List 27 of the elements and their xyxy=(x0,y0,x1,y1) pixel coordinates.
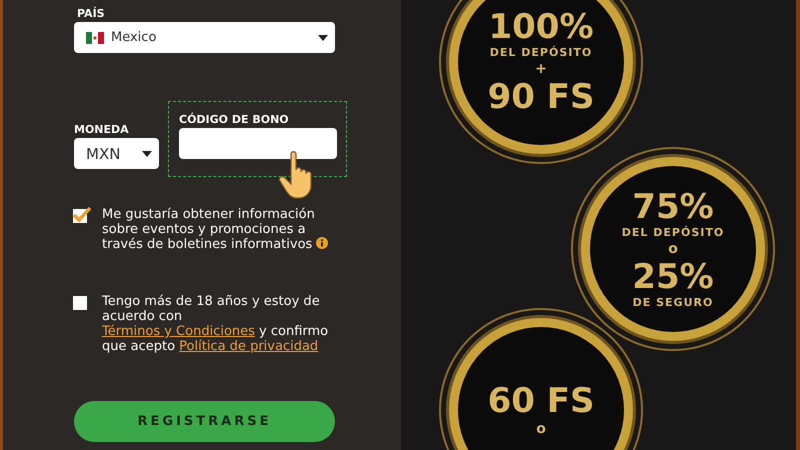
field-label: CÓDIGO DE BONO xyxy=(179,112,290,128)
checkbox[interactable] xyxy=(72,206,92,224)
flag-icon xyxy=(86,32,104,44)
privacy-link[interactable]: Política de privacidad xyxy=(179,339,318,354)
country-select[interactable]: Mexico xyxy=(74,22,335,53)
badge-text: o xyxy=(668,240,678,258)
caret-icon xyxy=(142,150,152,156)
terms-consent-text: Tengo más de 18 años y estoy de acuerdo con Términos y Condiciones y confirmo que acepto Política de privacidad xyxy=(102,294,330,354)
bonus-code-field[interactable] xyxy=(179,128,337,159)
field-label: MONEDA xyxy=(74,122,130,138)
register-button[interactable]: REGISTRARSE xyxy=(74,401,335,442)
badge-text: o xyxy=(536,420,546,438)
badge-text: 100% xyxy=(488,8,594,46)
badge-text: DEL DEPÓSITO xyxy=(622,226,724,240)
badge-text: DE SEGURO xyxy=(632,296,714,310)
badge-text: 60 FS xyxy=(488,382,594,420)
currency-select[interactable]: MXN xyxy=(74,138,159,169)
badge-text: 25% xyxy=(632,258,714,296)
badge-text: DEL DEPÓSITO xyxy=(490,46,592,60)
newsletter-consent-text: Me gustaría obtener información sobre eventos y promociones a través de boletines informativos xyxy=(102,207,338,252)
badge-text: 90 FS xyxy=(488,78,594,116)
badge-text: 75% xyxy=(632,188,714,226)
badge-text: + xyxy=(535,60,547,78)
info-icon xyxy=(316,237,328,249)
field-label: PAÍS xyxy=(77,6,106,22)
caret-icon xyxy=(318,34,328,40)
terms-link[interactable]: Términos y Condiciones xyxy=(102,324,255,339)
